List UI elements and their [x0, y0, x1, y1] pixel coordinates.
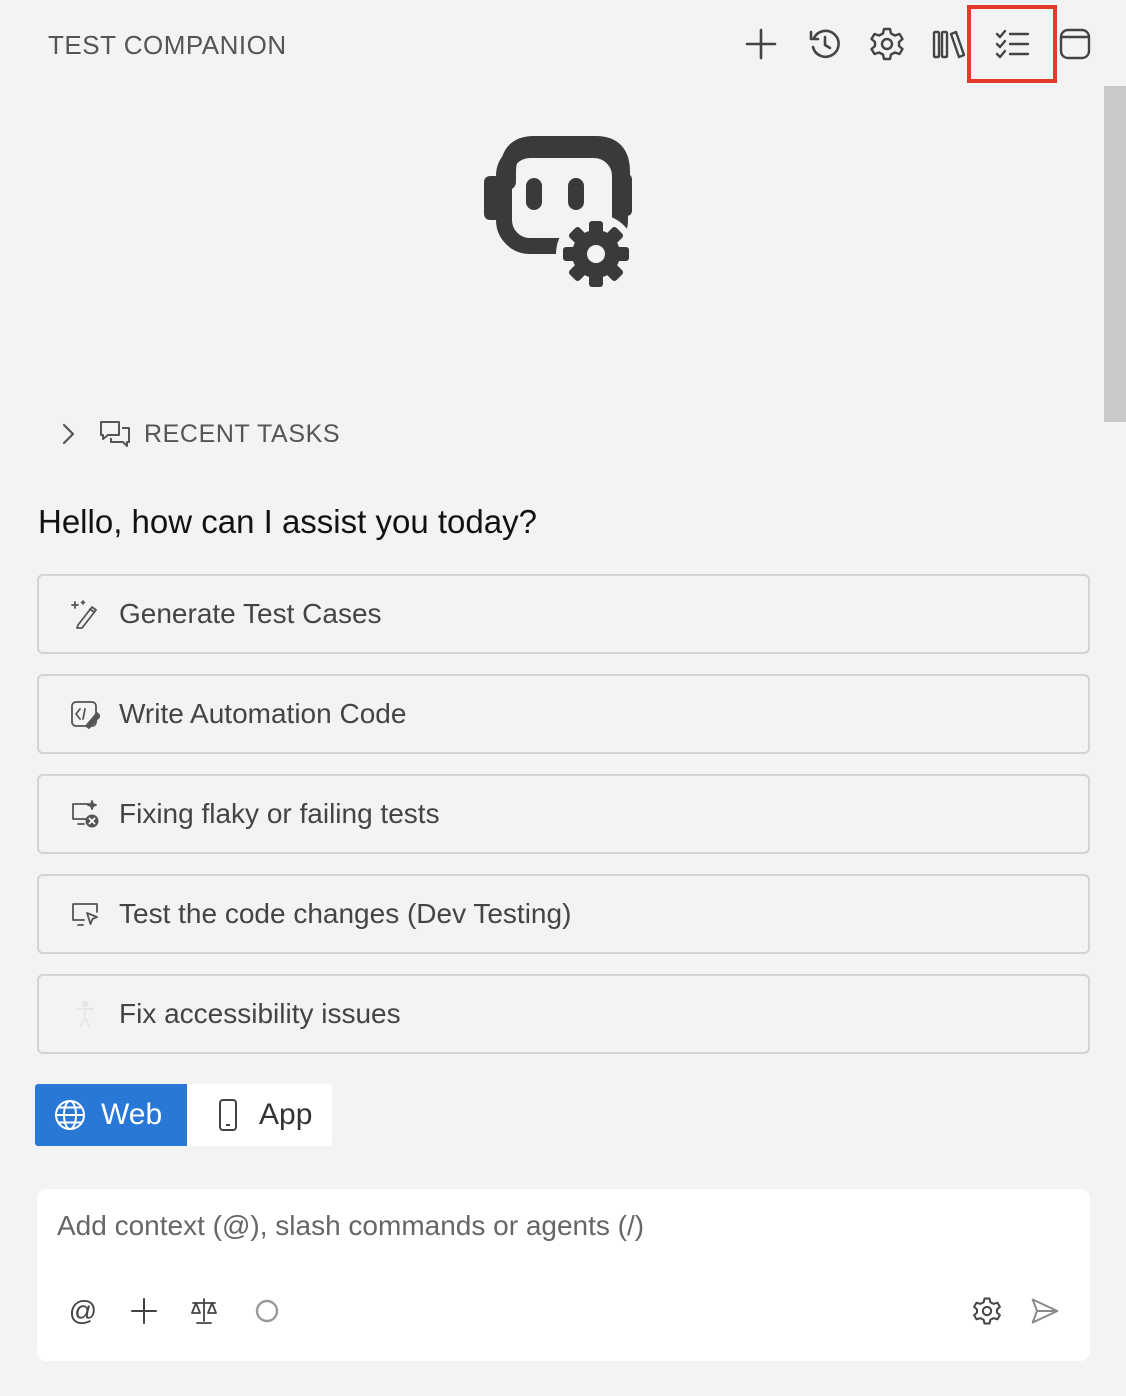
task-label: Fixing flaky or failing tests — [119, 798, 440, 829]
toolbar — [0, 18, 1126, 68]
library-icon — [932, 30, 966, 59]
mention-button[interactable]: @ — [63, 1289, 103, 1333]
platform-toggle: Web App — [35, 1084, 332, 1146]
settings-button[interactable] — [865, 22, 909, 66]
send-button[interactable] — [1025, 1289, 1065, 1333]
platform-app-label: App — [259, 1098, 313, 1131]
globe-icon — [55, 1100, 85, 1130]
task-label: Write Automation Code — [119, 698, 407, 729]
history-button[interactable] — [803, 22, 847, 66]
send-icon — [1031, 1298, 1059, 1324]
mobile-phone-icon — [219, 1099, 237, 1131]
robot-headset-gear-icon — [484, 136, 636, 294]
screen-cursor-icon — [72, 903, 98, 926]
composer-input[interactable] — [57, 1203, 1057, 1249]
scales-icon — [191, 1298, 217, 1324]
scrollbar[interactable] — [1104, 86, 1126, 422]
platform-app-button[interactable]: App — [187, 1084, 332, 1146]
scales-button[interactable] — [184, 1289, 224, 1333]
library-button[interactable] — [927, 22, 971, 66]
gear-icon — [973, 1297, 1001, 1325]
chevron-right-icon — [62, 423, 75, 445]
task-write-automation-code[interactable]: Write Automation Code — [37, 674, 1090, 754]
header: TEST COMPANION — [0, 0, 1126, 86]
task-fix-accessibility[interactable]: Fix accessibility issues — [37, 974, 1090, 1054]
task-fix-flaky-tests[interactable]: Fixing flaky or failing tests — [37, 774, 1090, 854]
code-edit-icon — [71, 701, 100, 729]
window-button[interactable] — [1053, 22, 1097, 66]
history-icon — [809, 29, 840, 59]
accessibility-icon — [76, 1000, 94, 1027]
new-task-button[interactable] — [739, 22, 783, 66]
platform-web-label: Web — [101, 1098, 163, 1131]
task-dev-testing[interactable]: Test the code changes (Dev Testing) — [37, 874, 1090, 954]
task-label: Test the code changes (Dev Testing) — [119, 898, 572, 929]
plus-icon — [131, 1298, 157, 1324]
platform-web-button[interactable]: Web — [35, 1084, 187, 1146]
at-icon: @ — [68, 1295, 98, 1326]
task-label: Generate Test Cases — [119, 598, 382, 629]
task-label: Fix accessibility issues — [119, 998, 401, 1029]
chat-bubbles-icon — [100, 421, 130, 447]
screen-error-icon — [72, 800, 99, 828]
composer-settings-button[interactable] — [967, 1289, 1007, 1333]
task-generate-test-cases[interactable]: Generate Test Cases — [37, 574, 1090, 654]
window-icon — [1059, 28, 1091, 60]
composer: @ — [37, 1189, 1090, 1361]
add-context-button[interactable] — [124, 1289, 164, 1333]
magic-pen-icon — [71, 600, 97, 629]
recent-tasks-label: RECENT TASKS — [144, 419, 341, 448]
recent-tasks-toggle[interactable]: RECENT TASKS — [56, 414, 340, 454]
plus-icon — [745, 28, 777, 60]
highlight-box — [967, 5, 1057, 83]
circle-icon — [255, 1299, 279, 1323]
status-circle-button[interactable] — [247, 1289, 287, 1333]
gear-icon — [870, 27, 904, 61]
greeting-heading: Hello, how can I assist you today? — [38, 503, 537, 540]
